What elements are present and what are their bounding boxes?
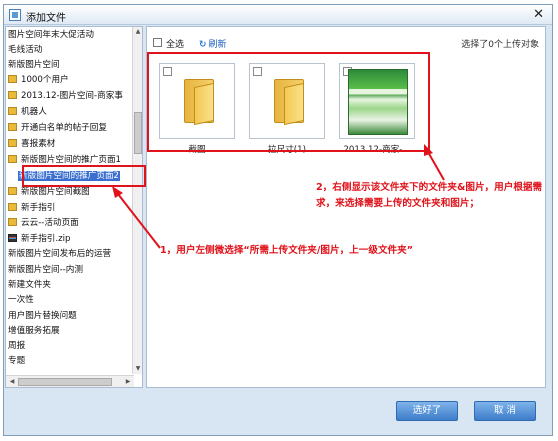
confirm-button[interactable]: 选好了: [396, 401, 458, 421]
annotation-right: 2，右侧显示该文件夹下的文件夹&图片，用户根据需求，来选择需要上传的文件夹和图片…: [316, 182, 543, 209]
arrow-head-left: [112, 186, 123, 198]
annotation-arrows: [112, 144, 445, 249]
cancel-button[interactable]: 取 消: [474, 401, 536, 421]
arrow-head-right: [424, 144, 433, 156]
arrow-line-right: [427, 151, 445, 181]
annotation-left: 1，用户左侧微选择“所需上传文件夹/图片，上一级文件夹”: [160, 245, 414, 256]
arrow-line-left: [117, 193, 161, 249]
